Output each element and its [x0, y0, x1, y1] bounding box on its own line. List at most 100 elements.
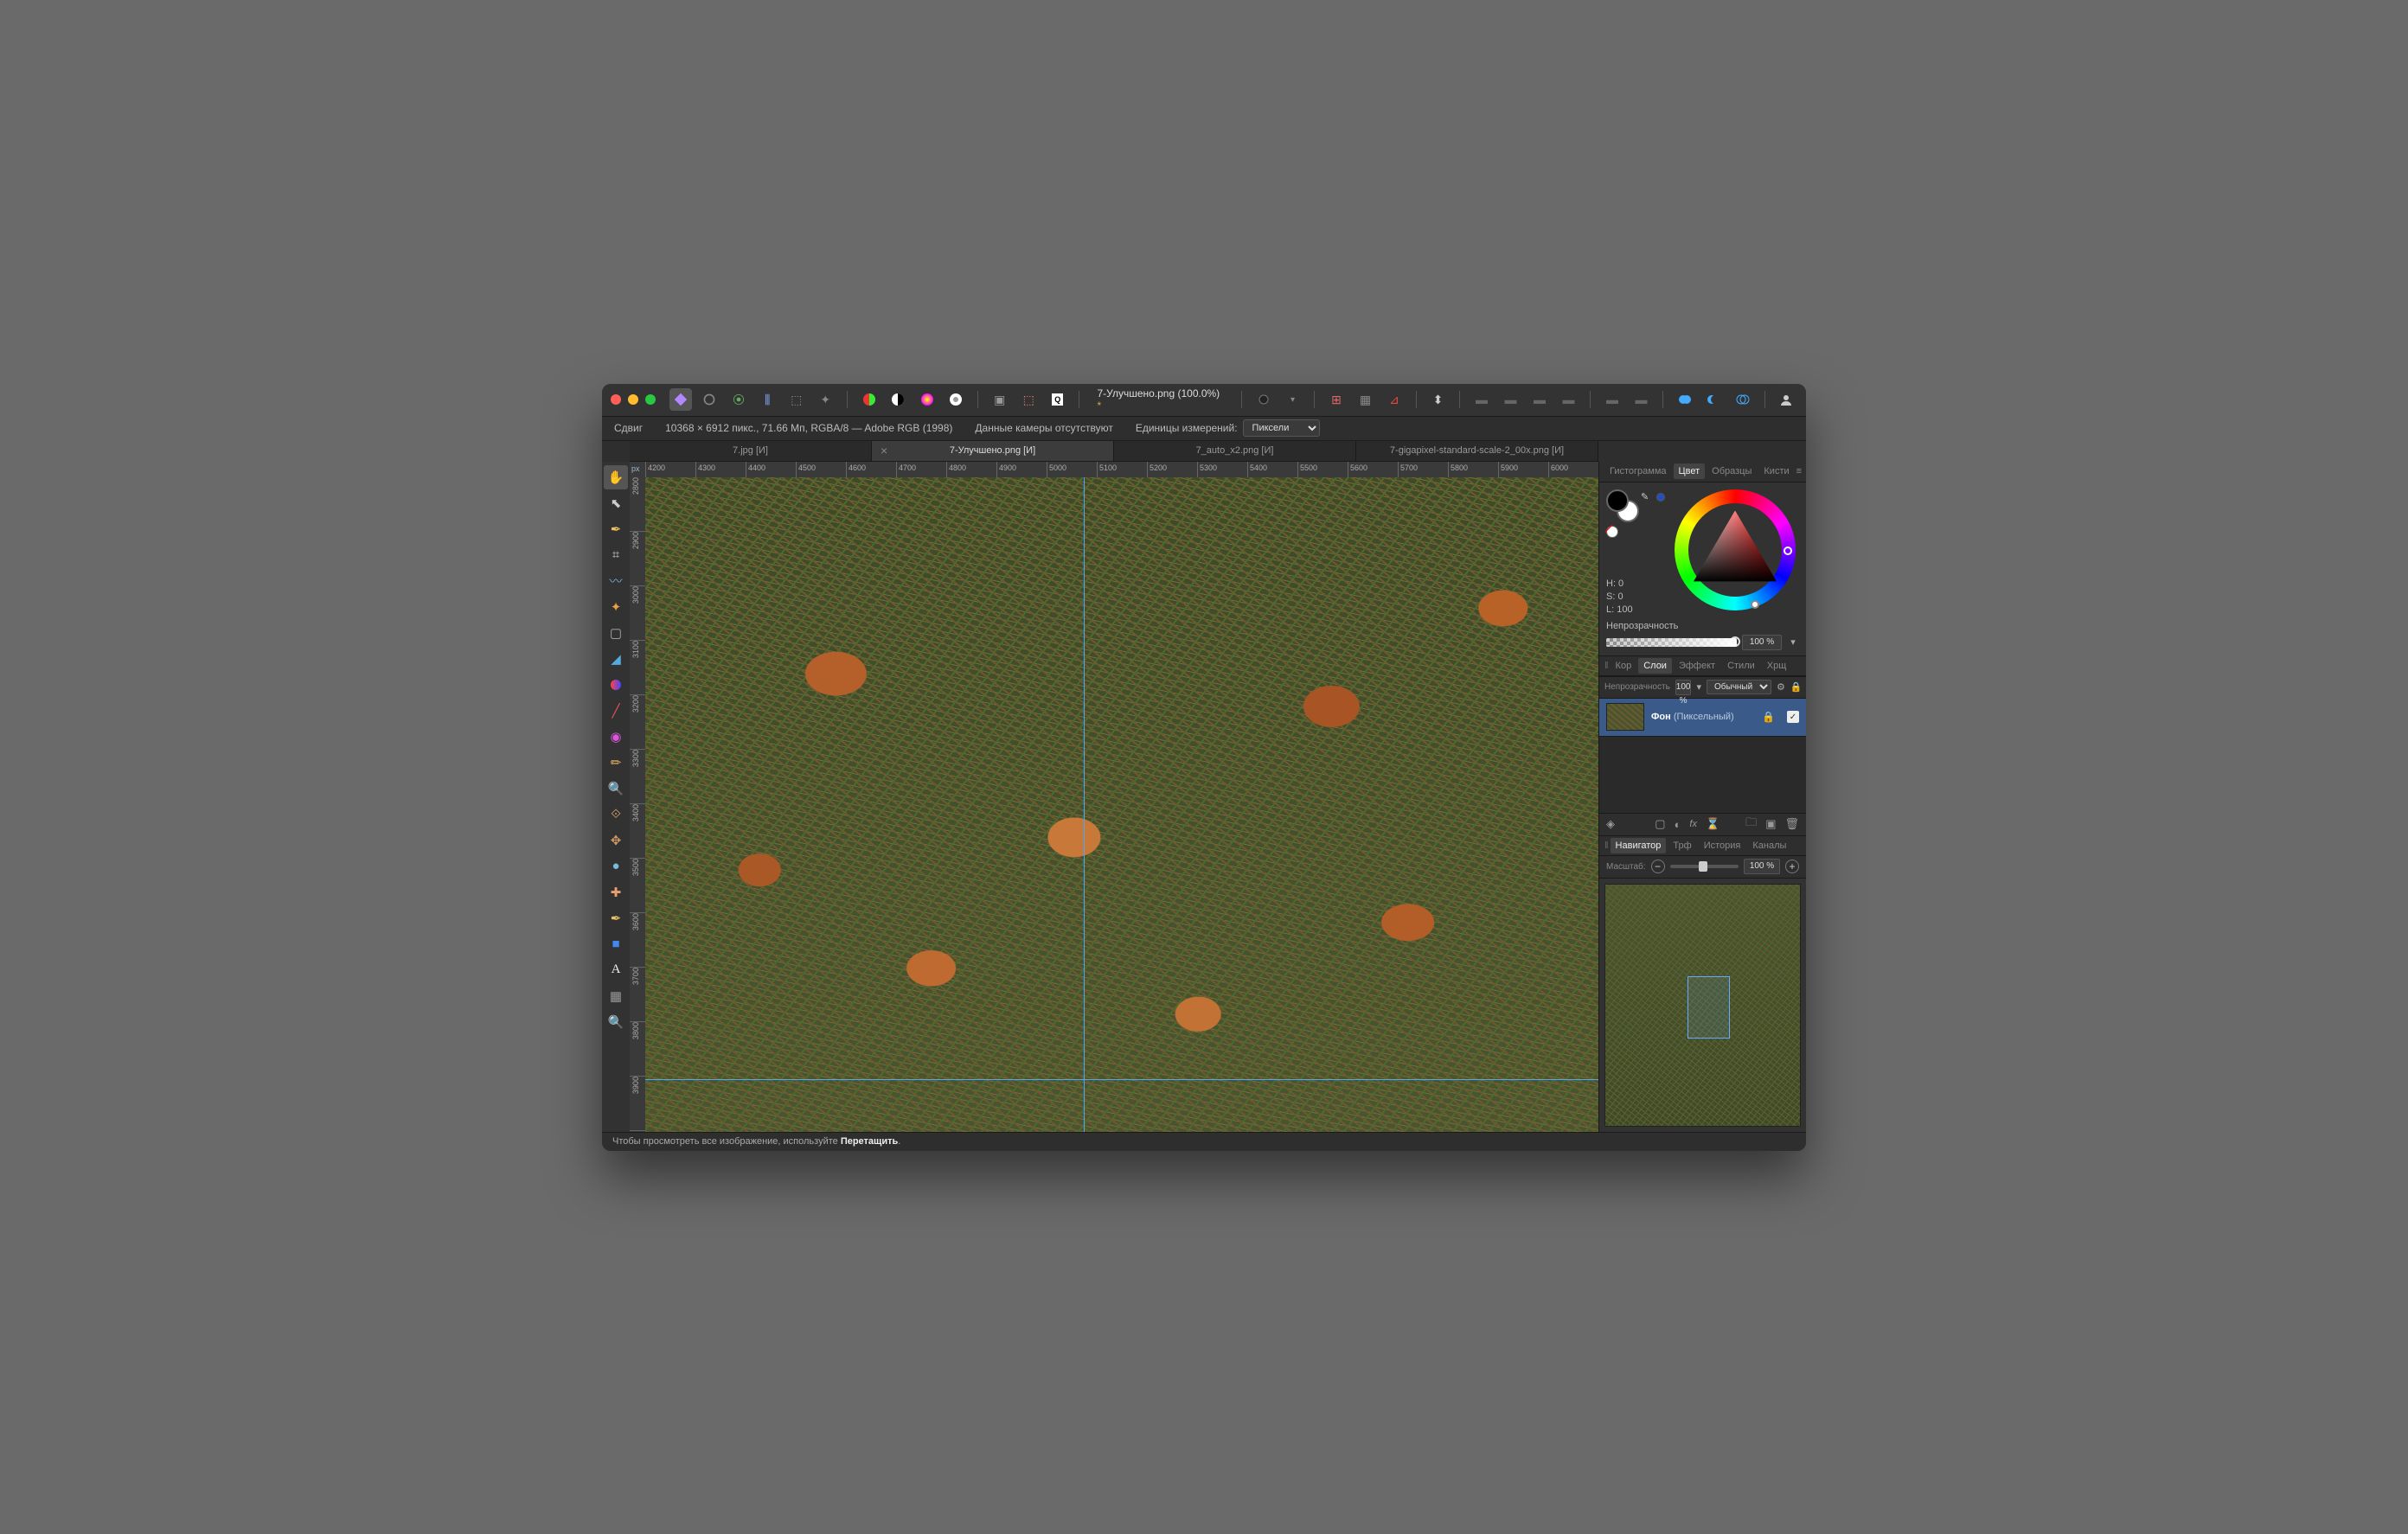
- eyedropper-icon[interactable]: ✎: [1641, 491, 1649, 502]
- crop-tool-icon[interactable]: ⌗: [604, 543, 628, 567]
- layer-lock-icon[interactable]: 🔒: [1790, 681, 1803, 693]
- paint-mixer-tool-icon[interactable]: ◉: [604, 725, 628, 749]
- shape-tool-icon[interactable]: ■: [604, 932, 628, 956]
- selection-refine-icon[interactable]: ⬚: [1017, 388, 1040, 411]
- flood-fill-tool-icon[interactable]: ◢: [604, 647, 628, 671]
- adjustment-hsl-icon[interactable]: [916, 388, 938, 411]
- zoom-out-button[interactable]: −: [1651, 860, 1665, 873]
- inpainting-tool-icon[interactable]: ✥: [604, 828, 628, 853]
- layer-opacity-dropdown-icon[interactable]: ▾: [1696, 681, 1701, 693]
- panel-tab-channels[interactable]: Каналы: [1747, 838, 1791, 853]
- color-triangle[interactable]: [1694, 510, 1777, 581]
- boolean-intersect-icon[interactable]: [1732, 388, 1754, 411]
- view-dropdown-icon[interactable]: ▾: [1282, 388, 1304, 411]
- panel-tab-styles[interactable]: Стили: [1722, 658, 1760, 674]
- vertical-ruler[interactable]: 2800290030003100320033003400350036003700…: [630, 477, 645, 1132]
- opacity-dropdown-icon[interactable]: ▾: [1787, 636, 1799, 648]
- persona-tone-icon[interactable]: ⫼: [757, 388, 779, 411]
- panel-tab-brushes[interactable]: Кисти: [1758, 463, 1794, 479]
- grid-icon[interactable]: ⊞: [1325, 388, 1348, 411]
- document-tab[interactable]: 7-gigapixel-standard-scale-2_00x.png [И]: [1356, 441, 1598, 461]
- arrange-forward-icon[interactable]: ▬: [1528, 388, 1551, 411]
- panel-tab-navigator[interactable]: Навигатор: [1611, 838, 1667, 853]
- guides-icon[interactable]: ▦: [1354, 388, 1377, 411]
- arrange-back-icon[interactable]: ▬: [1470, 388, 1493, 411]
- paint-brush-tool-icon[interactable]: ╱: [604, 699, 628, 723]
- recent-color-swatch[interactable]: [1656, 493, 1665, 502]
- panel-menu-icon[interactable]: ≡: [1796, 466, 1803, 476]
- delete-layer-icon[interactable]: 🗑: [1784, 817, 1799, 831]
- add-adjustment-icon[interactable]: ◐: [1675, 818, 1681, 831]
- assistant-icon[interactable]: ⬍: [1427, 388, 1450, 411]
- persona-liquify-icon[interactable]: [699, 388, 721, 411]
- persona-astro-icon[interactable]: ✦: [815, 388, 837, 411]
- document-tab[interactable]: 7_auto_x2.png [И]: [1114, 441, 1356, 461]
- layer-row[interactable]: Фон (Пиксельный) 🔒 ✓: [1599, 699, 1806, 737]
- add-fx-icon[interactable]: fx: [1689, 819, 1697, 829]
- align-left-icon[interactable]: ▬: [1601, 388, 1623, 411]
- layer-opacity-input[interactable]: 100 %: [1675, 680, 1692, 695]
- pen-tool-icon[interactable]: ✒: [604, 906, 628, 930]
- adjustment-levels-icon[interactable]: [945, 388, 967, 411]
- minimize-window-button[interactable]: [628, 394, 638, 405]
- move-tool-icon[interactable]: ⬉: [604, 491, 628, 515]
- zoom-slider[interactable]: [1670, 865, 1739, 868]
- boolean-add-icon[interactable]: [1674, 388, 1696, 411]
- erase-tool-icon[interactable]: ✏: [604, 751, 628, 775]
- healing-tool-icon[interactable]: ✚: [604, 880, 628, 904]
- hand-tool-icon[interactable]: ✋: [604, 465, 628, 489]
- panel-tab-transform[interactable]: Трф: [1668, 838, 1696, 853]
- panel-tab-layers[interactable]: Слои: [1638, 658, 1672, 674]
- color-wheel[interactable]: [1675, 489, 1796, 610]
- maximize-window-button[interactable]: [645, 394, 656, 405]
- panel-tab-effects[interactable]: Эффект: [1674, 658, 1720, 674]
- layer-lock-indicator-icon[interactable]: 🔒: [1762, 711, 1775, 723]
- add-mask-icon[interactable]: ▢: [1655, 817, 1665, 831]
- account-icon[interactable]: [1776, 388, 1798, 411]
- close-window-button[interactable]: [611, 394, 621, 405]
- quick-mask-icon[interactable]: Q: [1047, 388, 1069, 411]
- persona-export-icon[interactable]: ⬚: [785, 388, 808, 411]
- layer-settings-icon[interactable]: ⚙: [1777, 681, 1785, 693]
- opacity-slider[interactable]: [1606, 638, 1737, 647]
- layer-visibility-checkbox[interactable]: ✓: [1787, 711, 1799, 723]
- panel-tab-history[interactable]: История: [1699, 838, 1746, 853]
- persona-photo-icon[interactable]: [669, 388, 692, 411]
- snapping-icon[interactable]: ⊿: [1383, 388, 1406, 411]
- hue-indicator[interactable]: [1784, 546, 1792, 555]
- close-tab-icon[interactable]: ×: [881, 444, 887, 457]
- document-tab[interactable]: ×7-Улучшено.png [И]: [872, 441, 1114, 461]
- document-tab[interactable]: 7.jpg [И]: [630, 441, 872, 461]
- horizontal-guide[interactable]: [645, 1079, 1598, 1080]
- arrange-front-icon[interactable]: ▬: [1558, 388, 1580, 411]
- canvas[interactable]: [645, 477, 1598, 1132]
- view-mode-icon[interactable]: [1252, 388, 1275, 411]
- panel-tab-swatches[interactable]: Образцы: [1707, 463, 1757, 479]
- adjustment-wb-icon[interactable]: [858, 388, 881, 411]
- color-picker-tool-icon[interactable]: ✒: [604, 517, 628, 541]
- zoom-in-button[interactable]: +: [1785, 860, 1799, 873]
- arrange-backward-icon[interactable]: ▬: [1500, 388, 1522, 411]
- blend-mode-select[interactable]: Обычный: [1707, 680, 1771, 694]
- add-live-filter-icon[interactable]: ⌛: [1706, 817, 1720, 831]
- no-color-swatch[interactable]: [1606, 526, 1618, 538]
- text-tool-icon[interactable]: A: [604, 958, 628, 982]
- layer-blend-ranges-icon[interactable]: ◈: [1606, 817, 1615, 831]
- add-layer-icon[interactable]: ▣: [1765, 817, 1776, 831]
- add-group-icon[interactable]: 🗀: [1745, 815, 1757, 834]
- align-center-icon[interactable]: ▬: [1630, 388, 1653, 411]
- opacity-value-input[interactable]: 100 %: [1742, 635, 1782, 650]
- units-select[interactable]: Пиксели: [1243, 419, 1320, 437]
- selection-brush-tool-icon[interactable]: 〰: [604, 569, 628, 593]
- panel-tab-histogram[interactable]: Гистограмма: [1604, 463, 1672, 479]
- marquee-tool-icon[interactable]: ▢: [604, 621, 628, 645]
- layers-empty-area[interactable]: [1599, 737, 1806, 813]
- dodge-tool-icon[interactable]: ●: [604, 854, 628, 879]
- horizontal-ruler[interactable]: px 4200430044004500460047004800490050005…: [630, 462, 1598, 477]
- zoom-value-input[interactable]: 100 %: [1744, 859, 1780, 874]
- panel-tab-stock[interactable]: Хрщ: [1762, 658, 1792, 674]
- navigator-viewport[interactable]: [1688, 976, 1731, 1039]
- boolean-subtract-icon[interactable]: [1703, 388, 1726, 411]
- vertical-guide[interactable]: [1084, 477, 1085, 1132]
- adjustment-bw-icon[interactable]: [887, 388, 909, 411]
